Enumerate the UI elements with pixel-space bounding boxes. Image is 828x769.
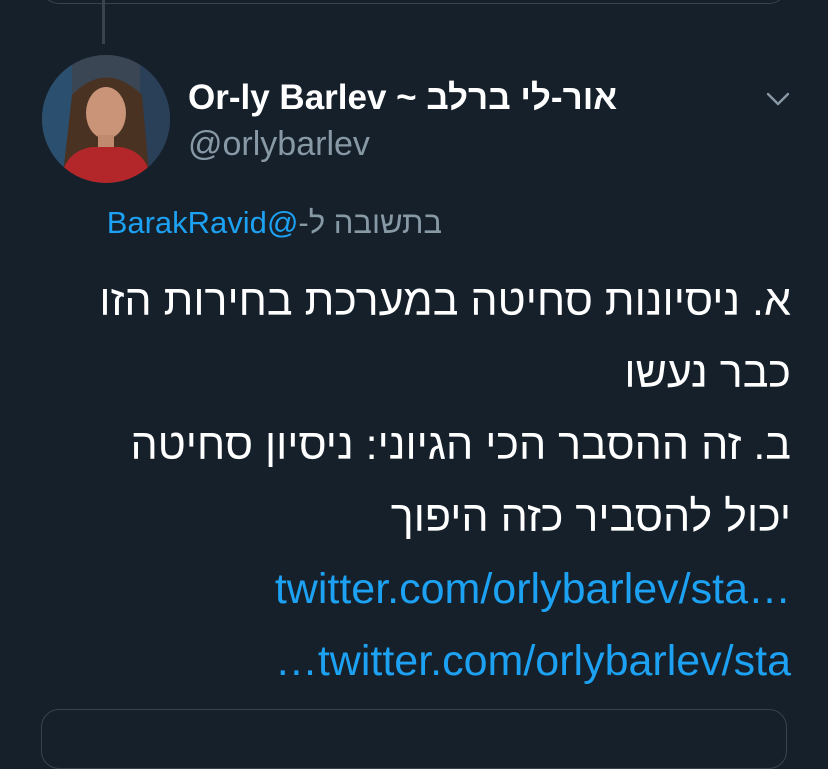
user-handle[interactable]: @orlybarlev (188, 124, 370, 164)
profile-photo-icon (42, 55, 170, 183)
reply-context: בתשובה ל-@BarakRavid (107, 203, 442, 243)
previous-tweet-card[interactable] (41, 0, 787, 4)
tweet-line: א. ניסיונות סחיטה במערכת בחירות הזו (99, 277, 791, 325)
tweet-link[interactable]: twitter.com/orlybarlev/sta… (275, 565, 791, 613)
tweet-line: יכול להסביר כזה היפוך (390, 493, 791, 541)
display-name[interactable]: Or-ly Barlev ~ אור-לי ברלב (188, 78, 748, 118)
reply-mention-link[interactable]: @BarakRavid (107, 205, 299, 240)
tweet-line: ב. זה ההסבר הכי הגיוני: ניסיון סחיטה (130, 421, 791, 469)
chevron-down-icon[interactable] (762, 83, 794, 115)
tweet-link[interactable]: …twitter.com/orlybarlev/sta (275, 637, 791, 685)
tweet-body: א. ניסיונות סחיטה במערכת בחירות הזו כבר … (31, 265, 791, 697)
thread-connector-line (102, 0, 105, 44)
quoted-tweet-card[interactable] (41, 709, 787, 769)
reply-prefix: בתשובה ל- (298, 205, 442, 240)
avatar[interactable] (42, 55, 170, 183)
tweet-line: כבר נעשו (624, 349, 791, 397)
